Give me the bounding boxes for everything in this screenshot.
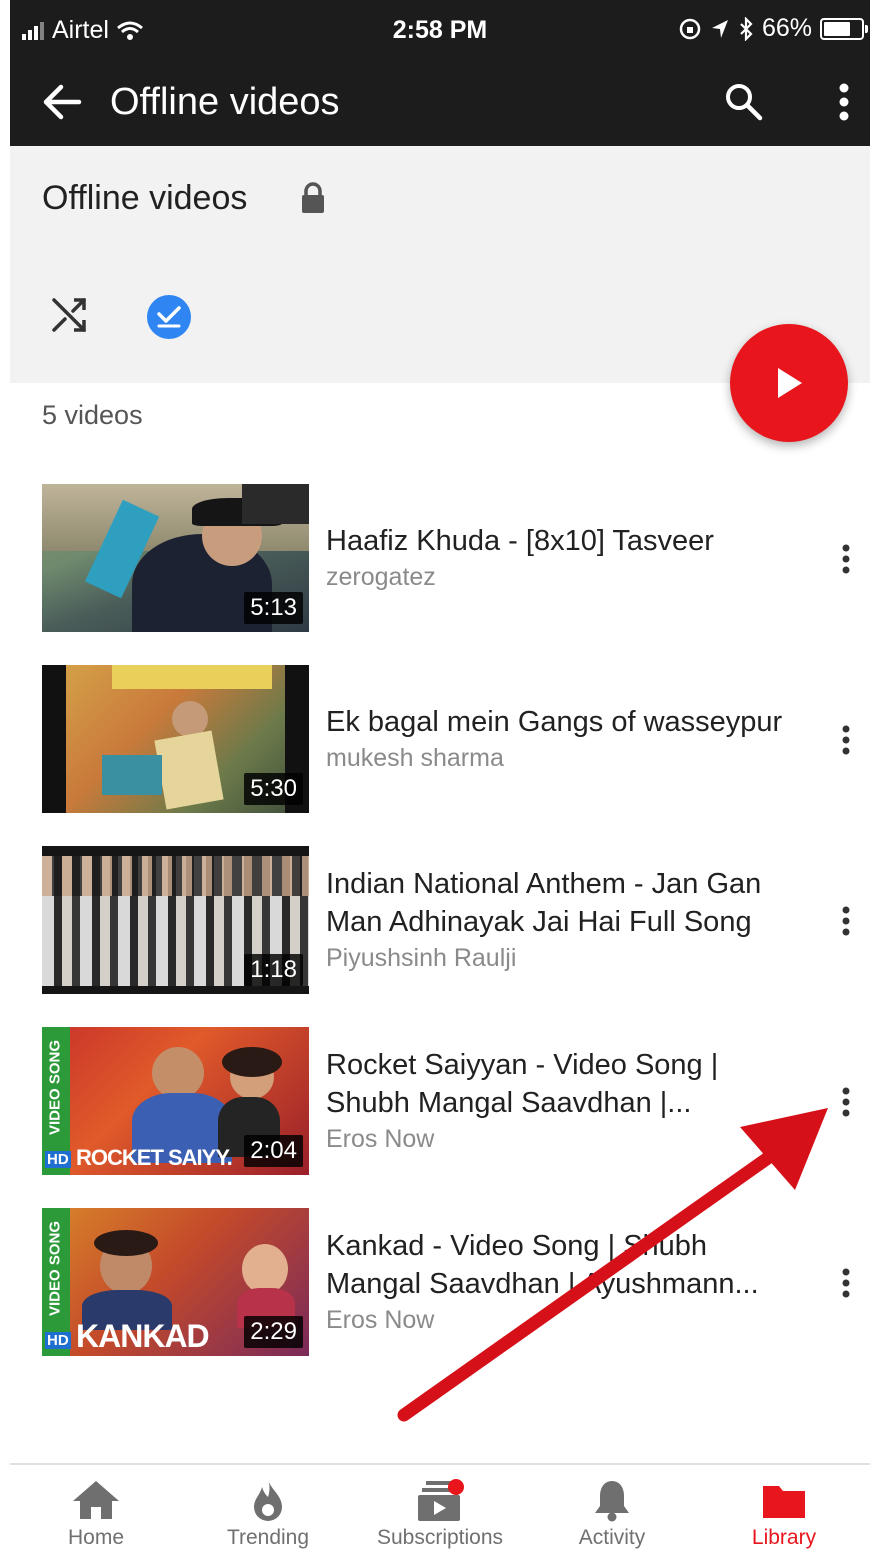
thumbnail-overlay-text: KANKAD: [76, 1318, 210, 1354]
orientation-lock-icon: [679, 18, 701, 39]
video-more-button[interactable]: [828, 1258, 864, 1308]
video-thumbnail[interactable]: VIDEO SONG HD KANKAD 2:29: [42, 1208, 309, 1356]
nav-label-activity: Activity: [578, 1526, 646, 1549]
video-duration: 5:13: [244, 592, 303, 624]
more-options-button[interactable]: [822, 74, 866, 130]
video-more-button[interactable]: [828, 896, 864, 946]
video-thumbnail[interactable]: 5:30: [42, 665, 309, 813]
nav-subscriptions[interactable]: Subscriptions: [354, 1465, 526, 1550]
status-bar: Airtel 2:58 PM 66%: [10, 0, 870, 62]
list-item[interactable]: VIDEO SONG HD ROCKET SAIYY. 2:04 Rocket …: [10, 1027, 870, 1177]
video-song-badge: VIDEO SONG: [46, 1220, 64, 1317]
video-channel: Eros Now: [326, 1306, 435, 1334]
check-icon: [157, 306, 181, 328]
bell-icon: [595, 1481, 629, 1522]
nav-trending[interactable]: Trending: [182, 1465, 354, 1550]
video-channel: Eros Now: [326, 1125, 435, 1153]
video-song-badge: VIDEO SONG: [46, 1039, 64, 1136]
video-title: Rocket Saiyyan - Video Song | Shubh Mang…: [326, 1049, 719, 1119]
video-duration: 1:18: [244, 954, 303, 986]
nav-label-home: Home: [67, 1526, 125, 1549]
nav-label-library: Library: [751, 1526, 817, 1549]
search-icon: [726, 84, 763, 121]
video-channel: Piyushsinh Raulji: [326, 944, 517, 972]
video-title: Ek bagal mein Gangs of wasseypur: [326, 706, 783, 738]
bottom-navigation: Home Trending Subscriptions Activity Lib…: [10, 1463, 870, 1550]
video-thumbnail[interactable]: VIDEO SONG HD ROCKET SAIYY. 2:04: [42, 1027, 309, 1175]
thumbnail-overlay-text: ROCKET SAIYY.: [76, 1145, 233, 1170]
back-button[interactable]: [36, 76, 88, 128]
more-vert-icon: [842, 906, 850, 936]
video-info[interactable]: Kankad - Video Song | Shubh Mangal Saavd…: [326, 1208, 806, 1356]
video-info[interactable]: Haafiz Khuda - [8x10] Tasveer zerogatez: [326, 484, 806, 632]
list-item[interactable]: 5:13 Haafiz Khuda - [8x10] Tasveer zerog…: [10, 484, 870, 634]
video-info[interactable]: Rocket Saiyyan - Video Song | Shubh Mang…: [326, 1027, 806, 1175]
playlist-title: Offline videos: [42, 179, 248, 217]
more-vert-icon: [842, 1268, 850, 1298]
video-duration: 5:30: [244, 773, 303, 805]
video-more-button[interactable]: [828, 534, 864, 584]
battery-icon: [820, 17, 868, 40]
screen: Airtel 2:58 PM 66% Offline videos Offlin…: [10, 0, 870, 1550]
bluetooth-icon: [740, 16, 753, 41]
flame-icon: [254, 1479, 282, 1521]
more-vert-icon: [842, 725, 850, 755]
shuffle-icon: [52, 298, 86, 332]
video-duration: 2:04: [244, 1135, 303, 1167]
nav-library[interactable]: Library: [698, 1465, 870, 1550]
nav-activity[interactable]: Activity: [526, 1465, 698, 1550]
downloaded-check-button[interactable]: [147, 295, 191, 339]
video-duration: 2:29: [244, 1316, 303, 1348]
video-count: 5 videos: [42, 400, 143, 430]
video-info[interactable]: Indian National Anthem - Jan Gan Man Adh…: [326, 846, 806, 994]
more-vert-icon: [842, 544, 850, 574]
lock-icon: [302, 182, 324, 213]
video-thumbnail[interactable]: 1:18: [42, 846, 309, 994]
battery-percent: 66%: [761, 14, 812, 42]
video-channel: mukesh sharma: [326, 744, 504, 772]
list-item[interactable]: VIDEO SONG HD KANKAD 2:29 Kankad - Video…: [10, 1208, 870, 1358]
video-title: Kankad - Video Song | Shubh Mangal Saavd…: [326, 1230, 759, 1300]
more-vert-icon: [839, 83, 849, 121]
video-more-button[interactable]: [828, 1077, 864, 1127]
hd-badge: HD: [45, 1151, 71, 1168]
video-more-button[interactable]: [828, 715, 864, 765]
nav-label-subscriptions: Subscriptions: [376, 1526, 504, 1549]
list-item[interactable]: 1:18 Indian National Anthem - Jan Gan Ma…: [10, 846, 870, 996]
shuffle-button[interactable]: [46, 292, 92, 338]
play-all-button[interactable]: [730, 324, 848, 442]
nav-label-trending: Trending: [226, 1526, 310, 1549]
top-bar: Airtel 2:58 PM 66% Offline videos: [10, 0, 870, 146]
status-right: 66%: [678, 14, 868, 43]
location-icon: [711, 19, 728, 38]
nav-home[interactable]: Home: [10, 1465, 182, 1550]
folder-icon: [763, 1486, 805, 1518]
subscriptions-icon: [418, 1479, 464, 1521]
video-info[interactable]: Ek bagal mein Gangs of wasseypur mukesh …: [326, 665, 806, 813]
play-icon: [778, 368, 802, 398]
video-thumbnail[interactable]: 5:13: [42, 484, 309, 632]
list-item[interactable]: 5:30 Ek bagal mein Gangs of wasseypur mu…: [10, 665, 870, 815]
search-button[interactable]: [716, 74, 772, 130]
home-icon: [73, 1481, 119, 1519]
video-title: Haafiz Khuda - [8x10] Tasveer: [326, 525, 714, 557]
hd-badge: HD: [45, 1332, 71, 1349]
video-title: Indian National Anthem - Jan Gan Man Adh…: [326, 868, 762, 938]
video-channel: zerogatez: [326, 563, 436, 591]
more-vert-icon: [842, 1087, 850, 1117]
app-bar: Offline videos: [10, 62, 870, 146]
page-title: Offline videos: [110, 81, 340, 123]
arrow-left-icon: [43, 84, 82, 120]
